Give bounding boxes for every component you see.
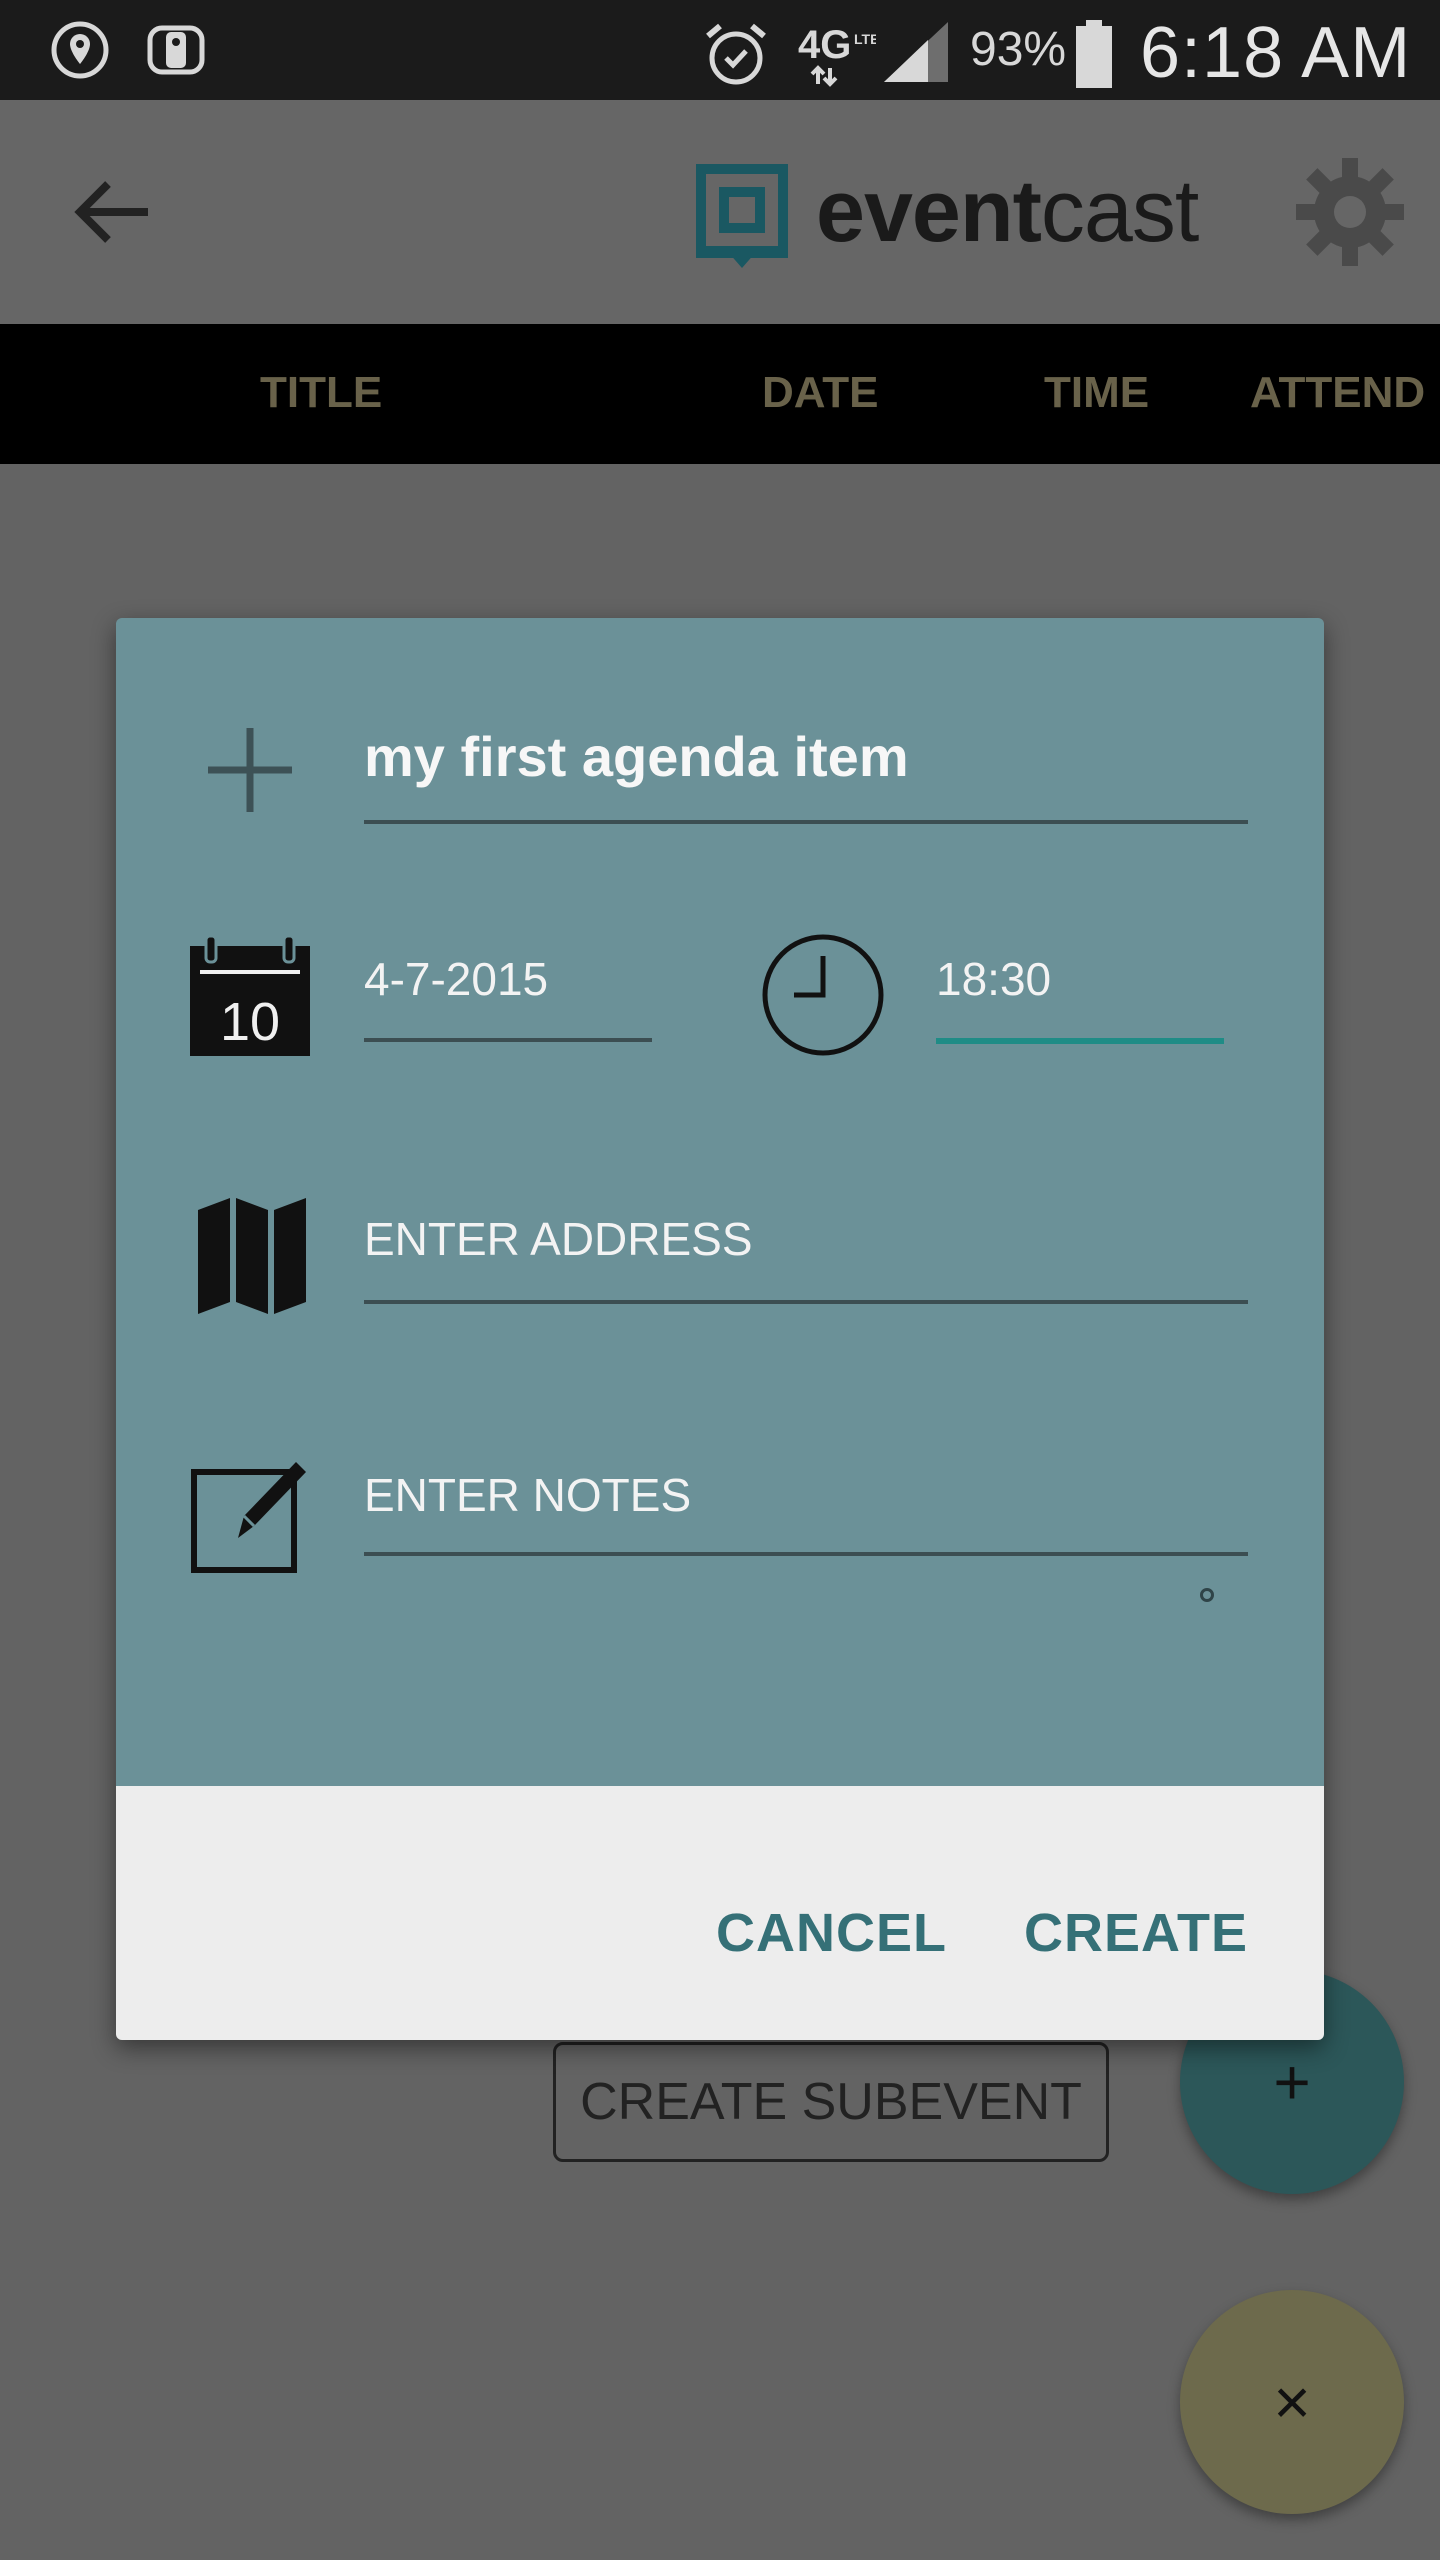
svg-text:LTE: LTE <box>854 31 876 47</box>
cancel-button[interactable]: CANCEL <box>716 1902 947 1964</box>
create-subevent-button[interactable]: CREATE SUBEVENT <box>553 2042 1109 2162</box>
date-field[interactable]: 4-7-2015 <box>364 952 548 1006</box>
calendar-day-number: 10 <box>220 992 280 1052</box>
title-field[interactable]: my first agenda item <box>364 724 909 789</box>
notes-edit-icon <box>191 1462 306 1573</box>
network-4g-lte-icon: 4G LTE <box>798 23 876 87</box>
plus-icon <box>208 728 292 812</box>
close-fab-button[interactable]: × <box>1180 2290 1404 2514</box>
svg-text:4G: 4G <box>798 23 851 67</box>
address-underline <box>364 1300 1248 1304</box>
column-time[interactable]: TIME <box>1044 368 1149 418</box>
status-bar: 4G LTE 93% 6:18 AM <box>0 0 1440 100</box>
column-title[interactable]: TITLE <box>260 368 382 418</box>
resize-handle-icon[interactable] <box>1200 1588 1214 1602</box>
address-input[interactable]: ENTER ADDRESS <box>364 1212 753 1266</box>
settings-gear-icon[interactable] <box>1294 156 1406 268</box>
notes-input[interactable]: ENTER NOTES <box>364 1468 691 1522</box>
app-logo-text: eventcast <box>816 160 1199 262</box>
create-button[interactable]: CREATE <box>1024 1902 1248 1964</box>
column-attend[interactable]: ATTEND <box>1250 368 1425 418</box>
title-underline <box>364 820 1248 824</box>
status-time: 6:18 AM <box>1140 13 1412 93</box>
close-icon: × <box>1273 2366 1311 2438</box>
create-agenda-item-dialog: my first agenda item 10 4-7-2015 18:30 E… <box>116 618 1324 2040</box>
location-icon <box>51 21 109 79</box>
time-underline-active <box>936 1038 1224 1044</box>
alarm-icon <box>706 23 766 85</box>
column-date[interactable]: DATE <box>762 368 879 418</box>
clock-icon[interactable] <box>760 932 886 1058</box>
battery-icon <box>1076 20 1112 88</box>
app-bar: eventcast <box>0 100 1440 324</box>
back-arrow-icon[interactable] <box>70 176 154 248</box>
dialog-footer: CANCEL CREATE <box>116 1786 1324 2040</box>
dialog-body: my first agenda item 10 4-7-2015 18:30 E… <box>116 618 1324 1786</box>
notes-underline <box>364 1552 1248 1556</box>
logo-icon <box>696 164 788 268</box>
time-field[interactable]: 18:30 <box>936 952 1051 1006</box>
calendar-icon[interactable]: 10 <box>188 936 312 1058</box>
brand-event-text: event <box>816 161 1042 260</box>
table-header: TITLE DATE TIME ATTEND <box>0 324 1440 464</box>
plus-icon: + <box>1273 2046 1311 2118</box>
brand-cast-text: cast <box>1040 161 1199 260</box>
signal-icon <box>884 22 948 82</box>
remote-icon <box>147 25 205 75</box>
battery-percent: 93% <box>970 23 1067 76</box>
map-icon <box>198 1198 306 1314</box>
date-underline <box>364 1038 652 1042</box>
